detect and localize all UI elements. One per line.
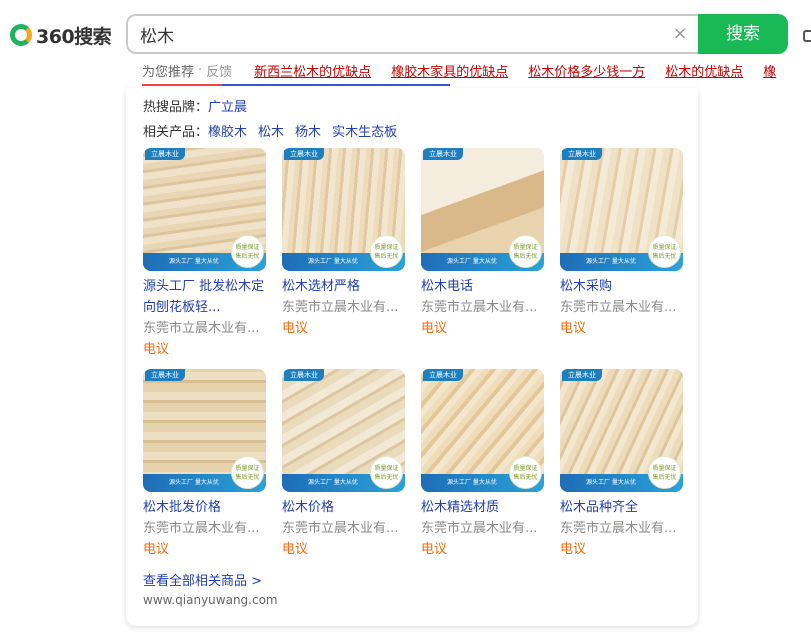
product-price[interactable]: 电议 [282, 539, 405, 560]
product-item[interactable]: 立晨木业 源头工厂 量大从优 质量保证 售后无忧源头工厂 批发松木定向刨花板轻...… [143, 148, 266, 360]
suggest-link[interactable]: 橡胶木家具的优缺点 [391, 61, 508, 80]
suggest-link[interactable]: 橡 [763, 61, 776, 80]
brand-link[interactable]: 广立晨 [208, 100, 247, 115]
logo-text: 360搜索 [36, 25, 112, 48]
quality-seal: 质量保证 售后无忧 [648, 235, 681, 268]
brand-badge: 立晨木业 [284, 148, 324, 160]
brand-badge: 立晨木业 [562, 369, 602, 381]
product-price[interactable]: 电议 [282, 318, 405, 339]
logo[interactable]: 360搜索 [10, 22, 112, 48]
source-url: www.qianyuwang.com [143, 593, 278, 607]
logo-icon [10, 24, 32, 46]
quality-seal: 质量保证 售后无忧 [370, 235, 403, 268]
related-row: 相关产品：橡胶木 松木 杨木 实木生态板 [143, 121, 408, 140]
scroll-indicator-active [142, 84, 222, 86]
suggest-label: 为您推荐 [142, 64, 195, 80]
suggest-bar: 为您推荐 · 反馈 新西兰松木的优缺点 橡胶木家具的优缺点 松木价格多少钱一方 … [142, 61, 796, 80]
product-image[interactable]: 立晨木业 源头工厂 量大从优 质量保证 售后无忧 [143, 148, 266, 271]
product-image[interactable]: 立晨木业 源头工厂 量大从优 质量保证 售后无忧 [282, 369, 405, 492]
suggest-link[interactable]: 松木的优缺点 [665, 61, 743, 80]
clear-icon[interactable]: × [670, 24, 690, 44]
quality-seal: 质量保证 售后无忧 [370, 456, 403, 489]
product-shop: 东莞市立晨木业有... [282, 521, 399, 536]
product-item[interactable]: 立晨木业 源头工厂 量大从优 质量保证 售后无忧松木采购东莞市立晨木业有... 电议 [560, 148, 683, 339]
search-input[interactable] [140, 16, 660, 52]
quality-seal: 质量保证 售后无忧 [231, 456, 264, 489]
product-item[interactable]: 立晨木业 源头工厂 量大从优 质量保证 售后无忧松木选材严格东莞市立晨木业有... 电… [282, 148, 405, 339]
product-image[interactable]: 立晨木业 源头工厂 量大从优 质量保证 售后无忧 [421, 148, 544, 271]
product-title[interactable]: 松木选材严格 [282, 276, 405, 297]
product-title[interactable]: 松木电话 [421, 276, 544, 297]
product-image[interactable]: 立晨木业 源头工厂 量大从优 质量保证 售后无忧 [421, 369, 544, 492]
search-box: × [126, 14, 698, 54]
product-shop: 东莞市立晨木业有... [282, 300, 399, 315]
product-shop: 东莞市立晨木业有... [560, 300, 677, 315]
related-link[interactable]: 松木 [258, 125, 284, 140]
brand-badge: 立晨木业 [423, 148, 463, 160]
related-label: 相关产品： [143, 125, 209, 140]
quality-seal: 质量保证 售后无忧 [509, 456, 542, 489]
brand-badge: 立晨木业 [562, 148, 602, 160]
suggest-links: 新西兰松木的优缺点 橡胶木家具的优缺点 松木价格多少钱一方 松木的优缺点 橡 [254, 61, 796, 80]
product-title[interactable]: 松木精选材质 [421, 497, 544, 518]
product-price[interactable]: 电议 [143, 539, 266, 560]
product-item[interactable]: 立晨木业 源头工厂 量大从优 质量保证 售后无忧松木批发价格东莞市立晨木业有... 电… [143, 369, 266, 560]
see-all-link[interactable]: 查看全部相关商品 > [143, 570, 262, 589]
product-item[interactable]: 立晨木业 源头工厂 量大从优 质量保证 售后无忧松木品种齐全东莞市立晨木业有... 电… [560, 369, 683, 560]
brand-row: 热搜品牌：广立晨 [143, 96, 258, 115]
product-shop: 东莞市立晨木业有... [560, 521, 677, 536]
product-shop: 东莞市立晨木业有... [421, 521, 538, 536]
suggest-separator: · [198, 62, 203, 78]
product-price[interactable]: 电议 [421, 539, 544, 560]
product-title[interactable]: 源头工厂 批发松木定向刨花板轻... [143, 276, 266, 318]
product-image[interactable]: 立晨木业 源头工厂 量大从优 质量保证 售后无忧 [143, 369, 266, 492]
related-link[interactable]: 实木生态板 [332, 125, 397, 140]
suggest-link[interactable]: 新西兰松木的优缺点 [254, 61, 371, 80]
brand-badge: 立晨木业 [145, 148, 185, 160]
search-button[interactable]: 搜索 [698, 14, 788, 54]
brand-badge: 立晨木业 [145, 369, 185, 381]
related-link[interactable]: 杨木 [295, 125, 321, 140]
product-item[interactable]: 立晨木业 源头工厂 量大从优 质量保证 售后无忧松木电话东莞市立晨木业有... 电议 [421, 148, 544, 339]
quality-seal: 质量保证 售后无忧 [648, 456, 681, 489]
brand-label: 热搜品牌： [143, 100, 209, 115]
product-title[interactable]: 松木批发价格 [143, 497, 266, 518]
product-title[interactable]: 松木采购 [560, 276, 683, 297]
product-image[interactable]: 立晨木业 源头工厂 量大从优 质量保证 售后无忧 [560, 369, 683, 492]
quality-seal: 质量保证 售后无忧 [509, 235, 542, 268]
product-price[interactable]: 电议 [143, 339, 266, 360]
feedback-link[interactable]: 反馈 [206, 61, 232, 80]
product-image[interactable]: 立晨木业 源头工厂 量大从优 质量保证 售后无忧 [560, 148, 683, 271]
product-shop: 东莞市立晨木业有... [143, 521, 260, 536]
brand-badge: 立晨木业 [423, 369, 463, 381]
suggest-link[interactable]: 松木价格多少钱一方 [528, 61, 645, 80]
product-item[interactable]: 立晨木业 源头工厂 量大从优 质量保证 售后无忧松木价格东莞市立晨木业有... 电议 [282, 369, 405, 560]
product-title[interactable]: 松木品种齐全 [560, 497, 683, 518]
product-title[interactable]: 松木价格 [282, 497, 405, 518]
product-image[interactable]: 立晨木业 源头工厂 量大从优 质量保证 售后无忧 [282, 148, 405, 271]
product-price[interactable]: 电议 [560, 318, 683, 339]
product-price[interactable]: 电议 [421, 318, 544, 339]
quality-seal: 质量保证 售后无忧 [231, 235, 264, 268]
toolbar-edge-icon[interactable] [803, 30, 811, 42]
brand-badge: 立晨木业 [284, 369, 324, 381]
product-price[interactable]: 电议 [560, 539, 683, 560]
related-link[interactable]: 橡胶木 [208, 125, 247, 140]
product-item[interactable]: 立晨木业 源头工厂 量大从优 质量保证 售后无忧松木精选材质东莞市立晨木业有... 电… [421, 369, 544, 560]
product-shop: 东莞市立晨木业有... [143, 321, 260, 336]
product-shop: 东莞市立晨木业有... [421, 300, 538, 315]
